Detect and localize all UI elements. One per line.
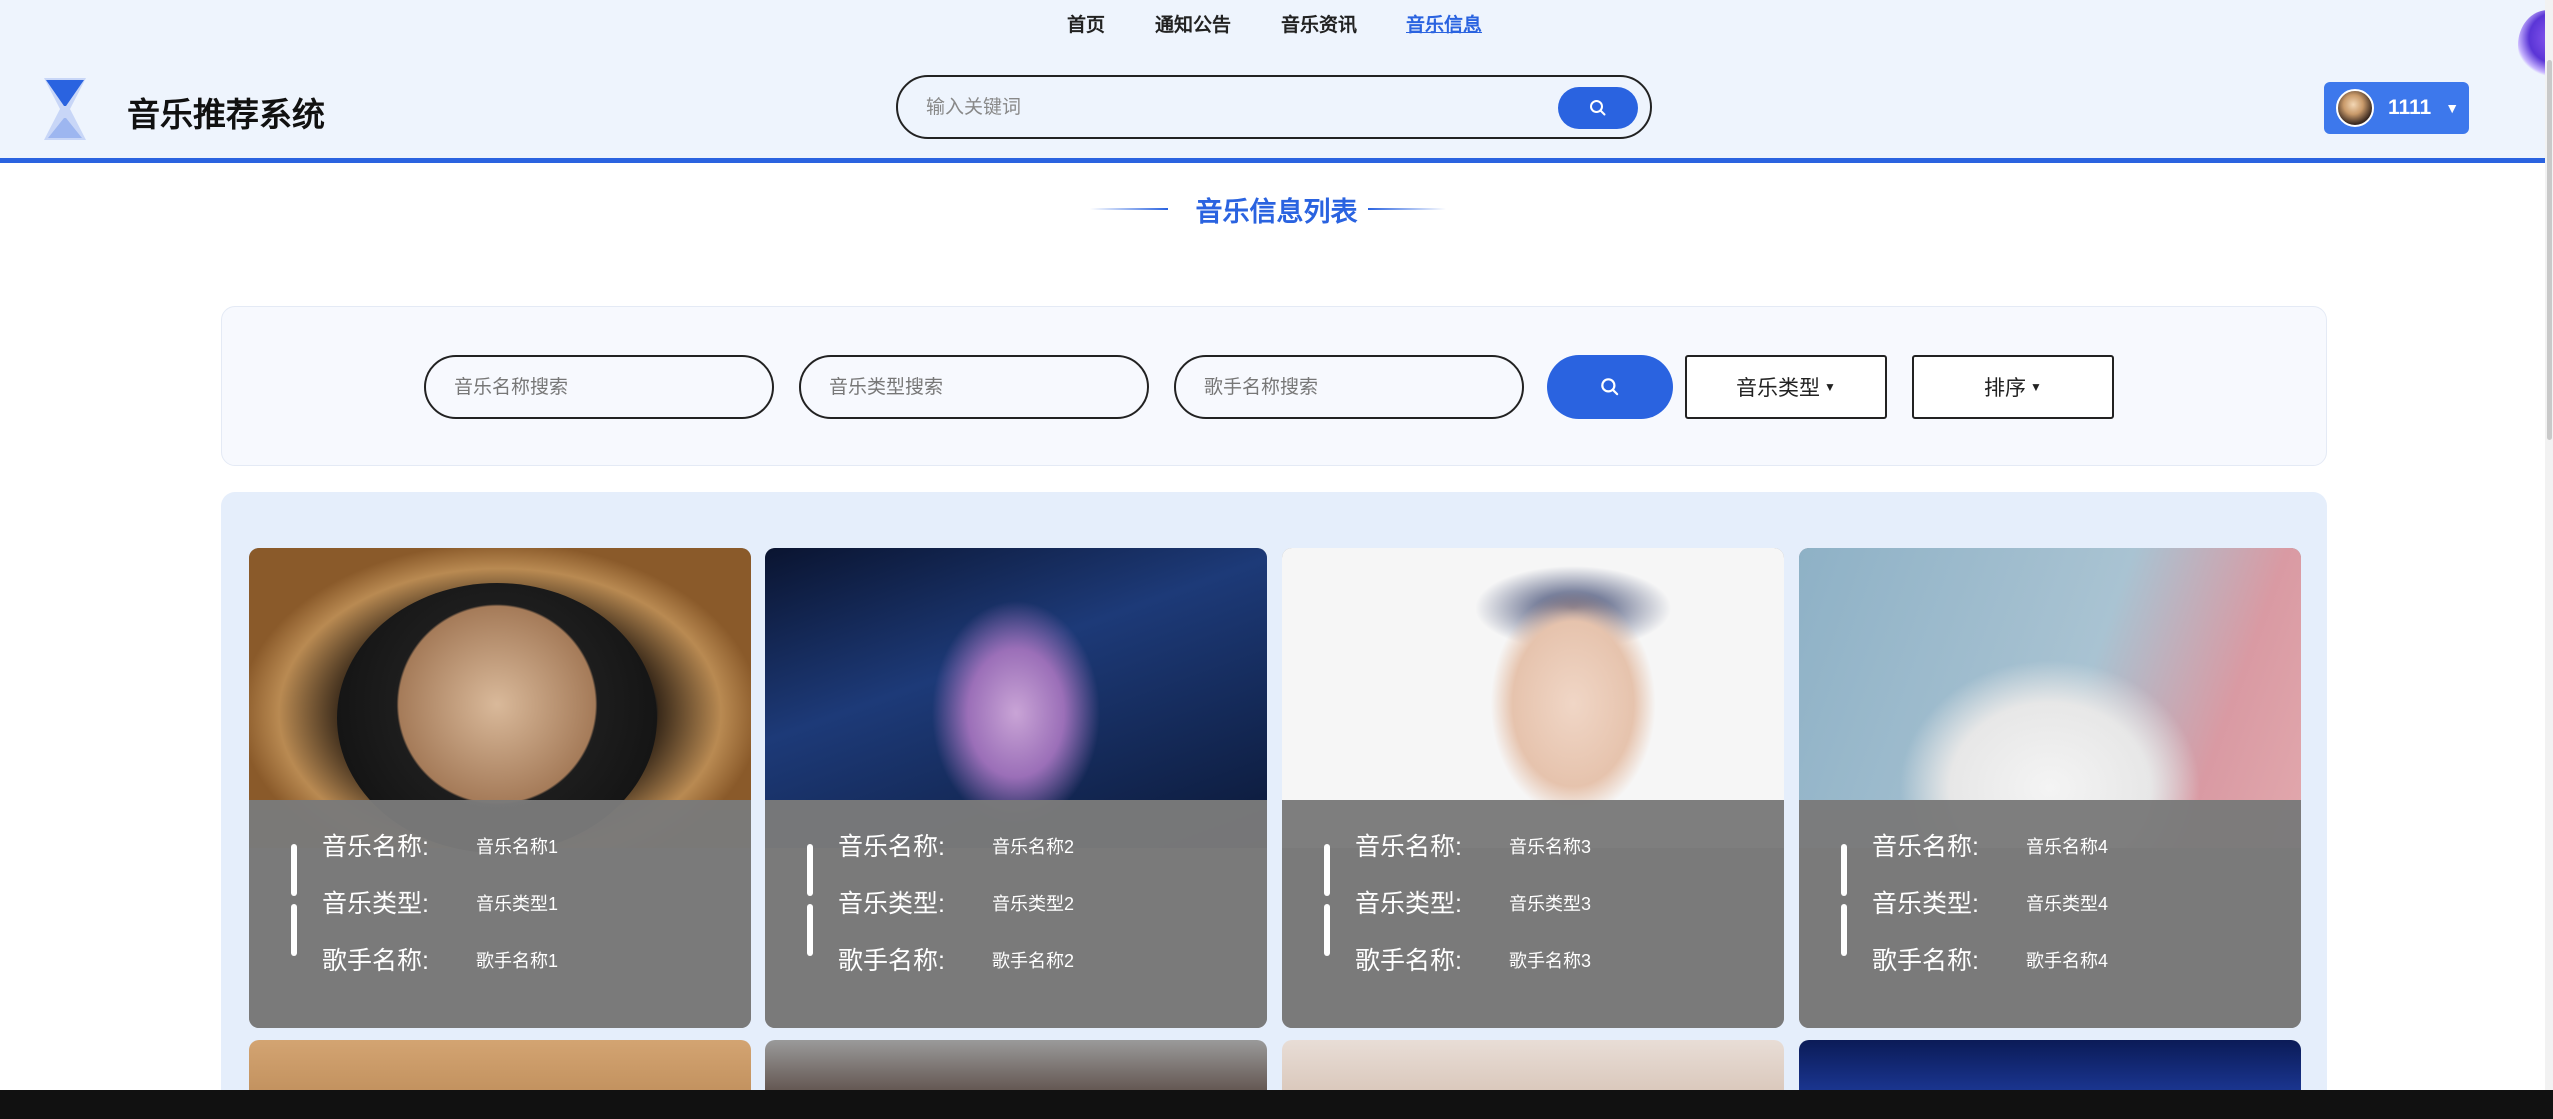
nav-home[interactable]: 首页 [1067,10,1105,37]
avatar [2336,89,2374,127]
filter-search-button[interactable] [1547,355,1673,419]
nav-music-info[interactable]: 音乐信息 [1406,10,1482,37]
music-info-panel: 音乐名称: 音乐名称2 音乐类型: 音乐类型2 歌手名称: 歌手名称2 [765,800,1267,1028]
taskbar-strip [0,1090,2553,1119]
section-title: 音乐信息列表 [1195,197,1358,227]
info-accent-bar [1324,904,1330,956]
filter-panel: 音乐类型▼ 排序▼ [221,306,2327,466]
music-name-label: 音乐名称: [1872,833,1979,861]
music-type-value: 音乐类型1 [476,894,559,914]
music-name-row: 音乐名称: 音乐名称2 [838,827,1074,863]
info-accent-bar [291,844,297,896]
caret-down-icon: ▼ [2030,380,2042,394]
sort-dropdown[interactable]: 排序 ▼ [1912,355,2114,419]
music-type-filter [799,355,1149,419]
caret-down-icon: ▼ [1824,380,1836,394]
music-type-value: 音乐类型4 [2026,894,2109,914]
music-card[interactable]: 音乐名称: 音乐名称2 音乐类型: 音乐类型2 歌手名称: 歌手名称2 [765,548,1267,1028]
music-name-row: 音乐名称: 音乐名称3 [1355,827,1591,863]
singer-value: 歌手名称3 [1509,951,1592,971]
music-type-row: 音乐类型: 音乐类型3 [1355,884,1591,920]
music-type-row: 音乐类型: 音乐类型1 [322,884,558,920]
nav-notices[interactable]: 通知公告 [1155,10,1231,37]
singer-label: 歌手名称: [1355,947,1462,975]
username: 1111 [2388,96,2432,119]
title-divider-right [1368,208,1446,210]
music-name-label: 音乐名称: [1355,833,1462,861]
user-menu-button[interactable]: 1111 ▼ [2324,82,2469,134]
music-type-label: 音乐类型: [322,890,429,918]
music-type-label: 音乐类型: [1872,890,1979,918]
site-title: 音乐推荐系统 [127,96,325,133]
singer-value: 歌手名称2 [992,951,1075,971]
search-icon [1601,378,1619,396]
singer-label: 歌手名称: [1872,947,1979,975]
music-type-label: 音乐类型: [1355,890,1462,918]
info-accent-bar [291,904,297,956]
caret-down-icon: ▼ [2445,100,2460,116]
music-type-search-input[interactable] [827,372,1121,404]
sort-dropdown-label: 排序 [1984,377,2027,400]
music-card[interactable]: 音乐名称: 音乐名称4 音乐类型: 音乐类型4 歌手名称: 歌手名称4 [1799,548,2301,1028]
music-name-row: 音乐名称: 音乐名称4 [1872,827,2108,863]
singer-label: 歌手名称: [838,947,945,975]
music-type-dropdown-label: 音乐类型 [1736,377,1821,400]
singer-row: 歌手名称: 歌手名称4 [1872,941,2108,977]
music-name-value: 音乐名称1 [476,837,559,857]
header-search-button[interactable] [1558,87,1638,129]
music-type-value: 音乐类型3 [1509,894,1592,914]
header-search-input[interactable] [924,91,1528,125]
info-accent-bar [1841,904,1847,956]
singer-row: 歌手名称: 歌手名称3 [1355,941,1591,977]
music-name-label: 音乐名称: [322,833,429,861]
music-type-value: 音乐类型2 [992,894,1075,914]
music-type-label: 音乐类型: [838,890,945,918]
music-type-row: 音乐类型: 音乐类型4 [1872,884,2108,920]
singer-value: 歌手名称4 [2026,951,2109,971]
search-icon [1590,100,1606,116]
singer-row: 歌手名称: 歌手名称2 [838,941,1074,977]
music-type-dropdown[interactable]: 音乐类型 ▼ [1685,355,1887,419]
music-name-search-input[interactable] [452,372,746,404]
music-name-filter [424,355,774,419]
music-name-row: 音乐名称: 音乐名称1 [322,827,558,863]
hourglass-logo-icon[interactable] [40,76,90,142]
scrollbar-thumb[interactable] [2547,60,2552,440]
singer-value: 歌手名称1 [476,951,559,971]
music-info-panel: 音乐名称: 音乐名称3 音乐类型: 音乐类型3 歌手名称: 歌手名称3 [1282,800,1784,1028]
info-accent-bar [807,844,813,896]
singer-label: 歌手名称: [322,947,429,975]
singer-row: 歌手名称: 歌手名称1 [322,941,558,977]
music-info-panel: 音乐名称: 音乐名称4 音乐类型: 音乐类型4 歌手名称: 歌手名称4 [1799,800,2301,1028]
info-accent-bar [807,904,813,956]
music-name-label: 音乐名称: [838,833,945,861]
music-name-value: 音乐名称3 [1509,837,1592,857]
music-info-panel: 音乐名称: 音乐名称1 音乐类型: 音乐类型1 歌手名称: 歌手名称1 [249,800,751,1028]
header: 首页 通知公告 音乐资讯 音乐信息 音乐推荐系统 1111 ▼ [0,0,2553,163]
music-name-value: 音乐名称2 [992,837,1075,857]
singer-search-input[interactable] [1202,372,1496,404]
music-card[interactable]: 音乐名称: 音乐名称3 音乐类型: 音乐类型3 歌手名称: 歌手名称3 [1282,548,1784,1028]
nav-music-news[interactable]: 音乐资讯 [1281,10,1357,37]
header-search [896,75,1652,139]
info-accent-bar [1324,844,1330,896]
singer-filter [1174,355,1524,419]
music-card[interactable]: 音乐名称: 音乐名称1 音乐类型: 音乐类型1 歌手名称: 歌手名称1 [249,548,751,1028]
music-name-value: 音乐名称4 [2026,837,2109,857]
music-type-row: 音乐类型: 音乐类型2 [838,884,1074,920]
info-accent-bar [1841,844,1847,896]
